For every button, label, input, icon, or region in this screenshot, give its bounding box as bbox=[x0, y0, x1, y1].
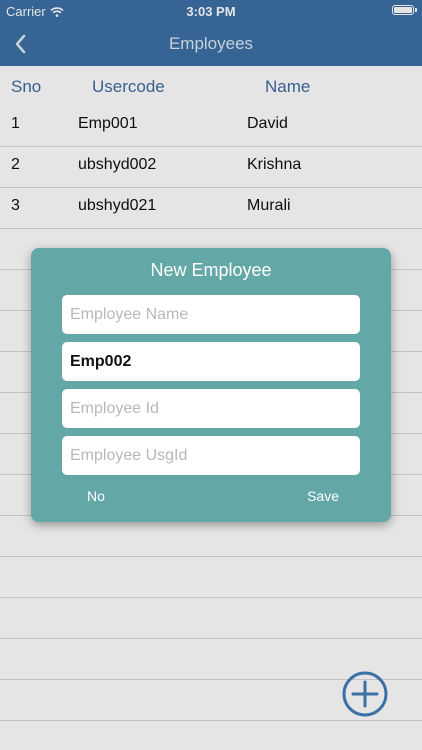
no-button[interactable]: No bbox=[87, 488, 105, 504]
employee-code-field[interactable] bbox=[62, 342, 360, 381]
employee-usgid-field[interactable] bbox=[62, 436, 360, 475]
plus-circle-icon bbox=[342, 671, 388, 717]
dialog-title: New Employee bbox=[150, 260, 272, 280]
new-employee-dialog: New Employee No Save bbox=[31, 248, 391, 522]
save-button[interactable]: Save bbox=[307, 488, 339, 504]
employee-id-field[interactable] bbox=[62, 389, 360, 428]
employee-name-field[interactable] bbox=[62, 295, 360, 334]
employees-screen: Carrier 3:03 PM Employees Sno Usercode N… bbox=[0, 0, 422, 750]
add-employee-button[interactable] bbox=[342, 671, 388, 717]
